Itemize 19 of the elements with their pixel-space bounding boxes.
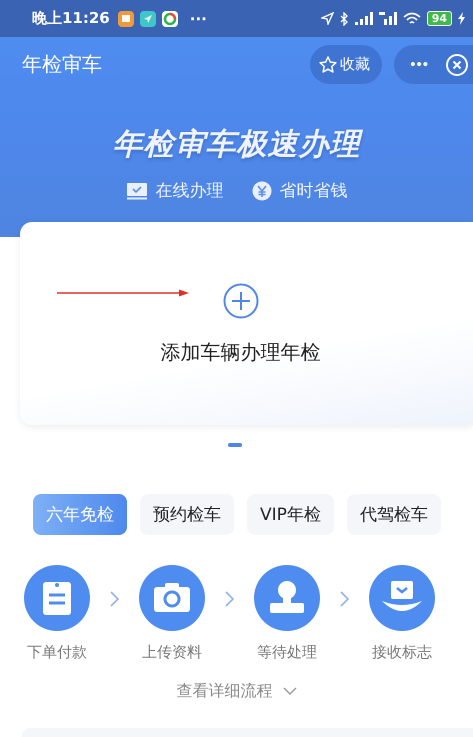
more-button[interactable]: •••: [410, 56, 429, 73]
step-label: 等待处理: [257, 643, 317, 662]
hero-headline: 年检审车极速办理: [112, 124, 360, 165]
add-vehicle-card[interactable]: 添加车辆办理年检: [20, 222, 473, 425]
more-notifications: ···: [190, 10, 207, 28]
favorite-button[interactable]: 收藏: [310, 45, 382, 84]
add-vehicle-label: 添加车辆办理年检: [160, 339, 320, 366]
feature-label: 在线办理: [156, 180, 224, 202]
view-details-link[interactable]: 查看详细流程: [170, 680, 302, 703]
step-label: 上传资料: [142, 643, 202, 662]
step-label: 接收标志: [372, 643, 432, 662]
feature-label: 省时省钱: [280, 180, 348, 202]
page-title: 年检审车: [22, 51, 102, 78]
step-label: 下单付款: [27, 643, 87, 662]
status-time: 晚上11:26: [32, 9, 110, 28]
battery-level: 94: [426, 11, 452, 26]
service-tab[interactable]: VIP年检: [247, 494, 334, 535]
service-tab[interactable]: 代驾检车: [346, 494, 441, 535]
service-tab[interactable]: 预约检车: [140, 494, 234, 535]
